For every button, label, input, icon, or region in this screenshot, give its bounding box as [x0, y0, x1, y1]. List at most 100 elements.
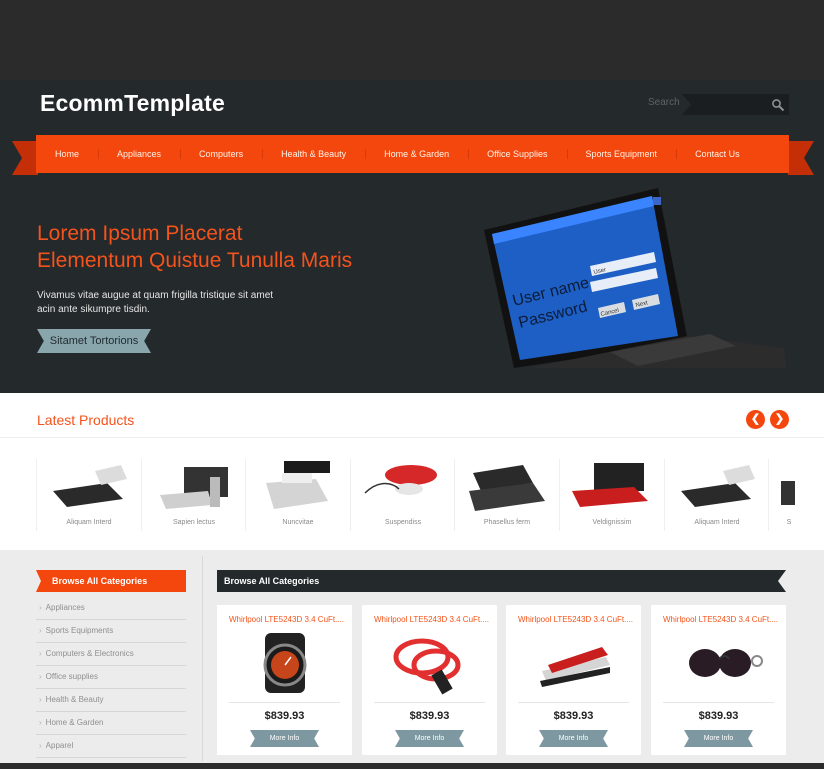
carousel-item[interactable]: Aliquam Interd: [664, 459, 769, 531]
hero-text-line2: acin ante sikumpre tisdin.: [37, 304, 150, 315]
nav-item-office-supplies[interactable]: Office Supplies: [468, 135, 566, 173]
nav-item-home-garden[interactable]: Home & Garden: [365, 135, 468, 173]
laptop-product-image: [469, 465, 545, 511]
search-input[interactable]: [682, 94, 789, 115]
category-item-home-garden[interactable]: › Home & Garden: [36, 712, 186, 735]
carousel-item[interactable]: S: [768, 459, 824, 531]
chevron-right-icon: ❯: [774, 413, 785, 425]
product-price: $839.93: [553, 710, 594, 722]
more-info-button[interactable]: More Info: [250, 730, 319, 747]
bullet-icon: ›: [39, 741, 42, 750]
carousel-item-label: Veldignissim: [592, 519, 632, 526]
card-divider: [374, 702, 485, 703]
hero-title-line1: Lorem Ipsum Placerat: [37, 222, 243, 245]
desktop-computer-image: [160, 467, 228, 509]
category-item-label: Computers & Electronics: [45, 649, 134, 658]
hero-text: Vivamus vitae augue at quam frigilla tri…: [37, 289, 297, 317]
product-title[interactable]: Whirlpool LTE5243D 3.4 CuFt....: [229, 615, 344, 624]
product-title[interactable]: Whirlpool LTE5243D 3.4 CuFt....: [518, 615, 633, 624]
carousel-next-button[interactable]: ❯: [770, 410, 789, 429]
sunglasses-image: [689, 649, 763, 677]
product-card: Whirlpool LTE5243D 3.4 CuFt.... $839.93 …: [362, 605, 497, 755]
category-item-label: Sports Equipments: [45, 626, 114, 635]
category-item-label: Appliances: [45, 603, 85, 612]
carousel-item[interactable]: Aliquam Interd: [36, 459, 141, 531]
category-item-label: Health & Beauty: [45, 695, 104, 704]
product-price: $839.93: [264, 710, 305, 722]
product-card: Whirlpool LTE5243D 3.4 CuFt.... $839.93 …: [651, 605, 786, 755]
card-divider: [663, 702, 774, 703]
category-item-appliances[interactable]: › Appliances: [36, 597, 186, 620]
mouse-image: [364, 465, 437, 495]
bullet-icon: ›: [39, 695, 42, 704]
column-divider: [202, 556, 203, 761]
category-item-label: Apparel: [45, 741, 74, 750]
chevron-left-icon: ❮: [750, 413, 761, 425]
nav-item-sports-equipment[interactable]: Sports Equipment: [566, 135, 677, 173]
category-item-health[interactable]: › Health & Beauty: [36, 689, 186, 712]
carousel-item[interactable]: Suspendiss: [350, 459, 455, 531]
category-item-sports[interactable]: › Sports Equipments: [36, 620, 186, 643]
bullet-icon: ›: [39, 672, 42, 681]
carousel-item[interactable]: Sapien lectus: [141, 459, 246, 531]
carousel-item-label: Sapien lectus: [172, 519, 216, 526]
watch-image: [263, 633, 307, 693]
carousel-item-label: Suspendiss: [384, 519, 422, 526]
nav-item-health-beauty[interactable]: Health & Beauty: [262, 135, 365, 173]
more-info-button[interactable]: More Info: [395, 730, 464, 747]
bullet-icon: ›: [39, 603, 42, 612]
latest-products-divider: [0, 437, 824, 438]
bottom-bar: [0, 763, 824, 769]
category-list: › Appliances › Sports Equipments › Computer…: [36, 597, 186, 758]
nav-item-contact-us[interactable]: Contact Us: [676, 135, 759, 173]
carousel-item-label: Aliquam Interd: [66, 519, 112, 526]
sidebar-heading: Browse All Categories: [36, 570, 186, 592]
product-price: $839.93: [698, 710, 739, 722]
site-logo[interactable]: EcommTemplate: [40, 90, 225, 117]
cable-image: [393, 638, 461, 695]
bullet-icon: ›: [39, 649, 42, 658]
category-item-label: Home & Garden: [45, 718, 104, 727]
nav-item-home[interactable]: Home: [36, 135, 98, 173]
main-nav: Home Appliances Computers Health & Beaut…: [36, 135, 789, 173]
product-price: $839.93: [409, 710, 450, 722]
card-divider: [518, 702, 629, 703]
bullet-icon: ›: [39, 718, 42, 727]
hero-button[interactable]: Sitamet Tortorions: [37, 329, 151, 353]
card-divider: [229, 702, 340, 703]
category-item-apparel[interactable]: › Apparel: [36, 735, 186, 758]
product-title[interactable]: Whirlpool LTE5243D 3.4 CuFt....: [663, 615, 778, 624]
carousel-prev-button[interactable]: ❮: [746, 410, 765, 429]
carousel-item-label: S: [786, 519, 792, 526]
product-title[interactable]: Whirlpool LTE5243D 3.4 CuFt....: [374, 615, 489, 624]
laptop-login-image: User name Password User Cancel Next: [484, 188, 786, 368]
product-card: Whirlpool LTE5243D 3.4 CuFt.... $839.93 …: [217, 605, 352, 755]
printer-image: [266, 461, 330, 509]
hero-title-line2: Elementum Quistue Tunulla Maris: [37, 249, 353, 272]
more-info-button[interactable]: More Info: [684, 730, 753, 747]
nav-item-computers[interactable]: Computers: [180, 135, 262, 173]
top-band: [0, 0, 824, 80]
carousel-item[interactable]: Nuncvitae: [245, 459, 350, 531]
more-info-button[interactable]: More Info: [539, 730, 608, 747]
search-icon[interactable]: [771, 98, 785, 112]
carousel-item-label: Phasellus ferm: [483, 519, 531, 526]
desktop-computer-image: [781, 481, 795, 505]
carousel-item-label: Nuncvitae: [282, 519, 314, 526]
hero-text-line1: Vivamus vitae augue at quam frigilla tri…: [37, 290, 274, 301]
hero-title: Lorem Ipsum Placerat Elementum Quistue T…: [37, 220, 352, 274]
search-label: Search: [648, 97, 680, 108]
keyboard-image: [53, 465, 127, 507]
category-item-label: Office supplies: [45, 672, 98, 681]
category-item-computers[interactable]: › Computers & Electronics: [36, 643, 186, 666]
category-item-office[interactable]: › Office supplies: [36, 666, 186, 689]
carousel-item-label: Aliquam Interd: [694, 519, 740, 526]
carousel-item[interactable]: Veldignissim: [559, 459, 664, 531]
red-keyboard-image: [572, 463, 648, 507]
bullet-icon: ›: [39, 626, 42, 635]
nav-item-appliances[interactable]: Appliances: [98, 135, 180, 173]
product-card: Whirlpool LTE5243D 3.4 CuFt.... $839.93 …: [506, 605, 641, 755]
latest-products-title: Latest Products: [37, 412, 135, 428]
browse-heading: Browse All Categories: [217, 570, 786, 592]
carousel-item[interactable]: Phasellus ferm: [454, 459, 559, 531]
